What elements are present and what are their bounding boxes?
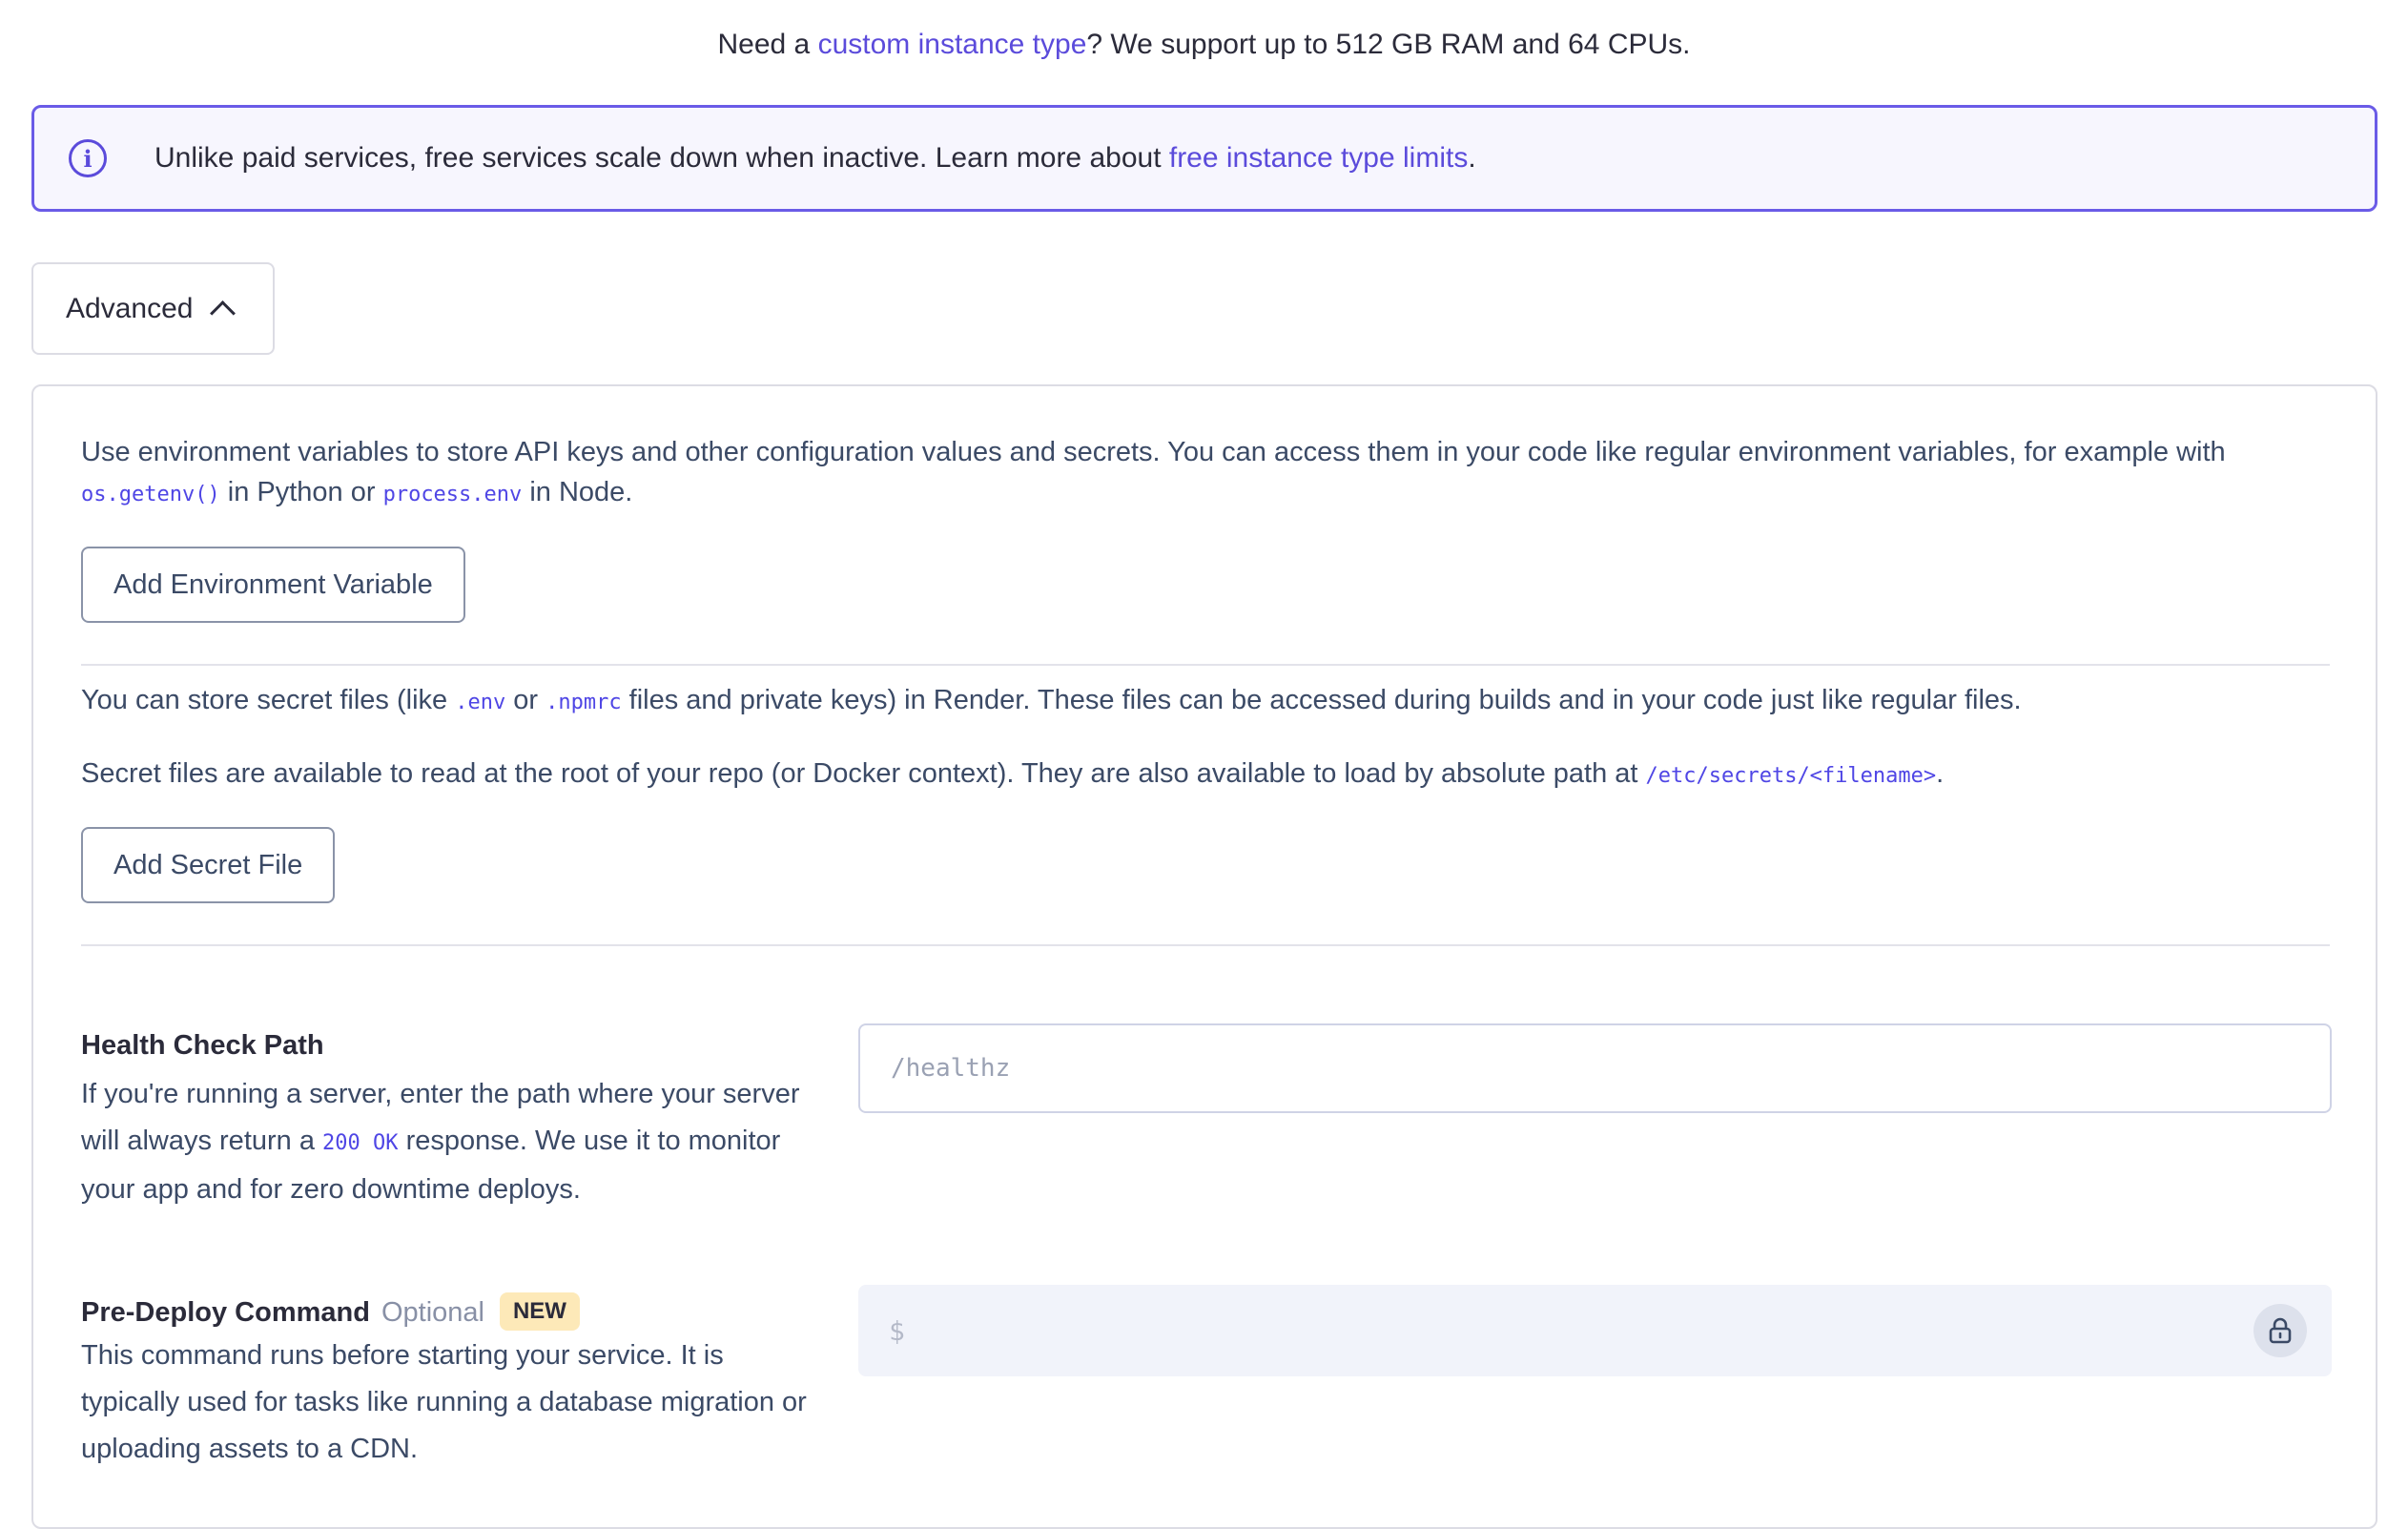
divider xyxy=(81,664,2330,666)
info-icon: i xyxy=(69,139,107,177)
pre-deploy-command-input[interactable] xyxy=(916,1315,2254,1346)
add-secret-file-button[interactable]: Add Secret File xyxy=(81,827,336,903)
env-vars-text-3: in Node. xyxy=(522,477,633,508)
health-check-path-description: If you're running a server, enter the pa… xyxy=(81,1071,825,1213)
secret-files-code-path: /etc/secrets/<filename> xyxy=(1645,764,1937,788)
instance-note-suffix: ? We support up to 512 GB RAM and 64 CPU… xyxy=(1086,29,1691,60)
instance-note-prefix: Need a xyxy=(717,29,818,60)
secret-files-text-1b: or xyxy=(505,685,546,715)
page: Need a custom instance type? We support … xyxy=(0,0,2408,1529)
pre-deploy-command-field: $ xyxy=(858,1285,2332,1376)
info-banner: i Unlike paid services, free services sc… xyxy=(31,105,2377,212)
optional-tag: Optional xyxy=(381,1297,484,1328)
pre-deploy-command-label: Pre-Deploy Command Optional NEW xyxy=(81,1292,580,1331)
info-banner-message: Unlike paid services, free services scal… xyxy=(154,142,1169,174)
dollar-prompt-icon: $ xyxy=(889,1314,905,1347)
lock-button[interactable] xyxy=(2254,1304,2307,1357)
secret-files-text-2b: . xyxy=(1936,758,1945,789)
free-instance-limits-link[interactable]: free instance type limits xyxy=(1169,142,1468,174)
env-vars-code-node: process.env xyxy=(382,483,523,507)
secret-files-description-2: Secret files are available to read at th… xyxy=(81,754,2332,794)
new-badge: NEW xyxy=(499,1292,580,1331)
env-vars-text-2: in Python or xyxy=(219,477,383,508)
env-vars-description: Use environment variables to store API k… xyxy=(81,432,2332,512)
health-check-code-200ok: 200 OK xyxy=(322,1131,399,1155)
instance-note: Need a custom instance type? We support … xyxy=(0,29,2408,61)
secret-files-description-1: You can store secret files (like .env or… xyxy=(81,680,2332,720)
info-banner-text: Unlike paid services, free services scal… xyxy=(154,142,1476,175)
advanced-toggle-button[interactable]: Advanced xyxy=(31,262,275,355)
advanced-label: Advanced xyxy=(66,292,194,324)
secret-files-code-env: .env xyxy=(455,691,506,714)
secret-files-text-1c: files and private keys) in Render. These… xyxy=(621,685,2022,715)
secret-files-text-1a: You can store secret files (like xyxy=(81,685,456,715)
advanced-panel: Use environment variables to store API k… xyxy=(31,384,2377,1529)
env-vars-text-1: Use environment variables to store API k… xyxy=(81,437,2226,467)
chevron-up-icon xyxy=(210,300,237,326)
health-check-path-label: Health Check Path xyxy=(81,1030,324,1061)
health-check-path-input[interactable] xyxy=(858,1023,2332,1113)
secret-files-code-npmrc: .npmrc xyxy=(545,691,622,714)
divider xyxy=(81,944,2330,946)
lock-icon xyxy=(2269,1317,2292,1344)
pre-deploy-label-text: Pre-Deploy Command xyxy=(81,1297,370,1328)
info-banner-suffix: . xyxy=(1468,142,1476,174)
custom-instance-type-link[interactable]: custom instance type xyxy=(818,29,1087,60)
pre-deploy-command-description: This command runs before starting your s… xyxy=(81,1340,807,1464)
env-vars-code-python: os.getenv() xyxy=(81,483,220,507)
add-environment-variable-button[interactable]: Add Environment Variable xyxy=(81,547,465,623)
secret-files-text-2a: Secret files are available to read at th… xyxy=(81,758,1646,789)
